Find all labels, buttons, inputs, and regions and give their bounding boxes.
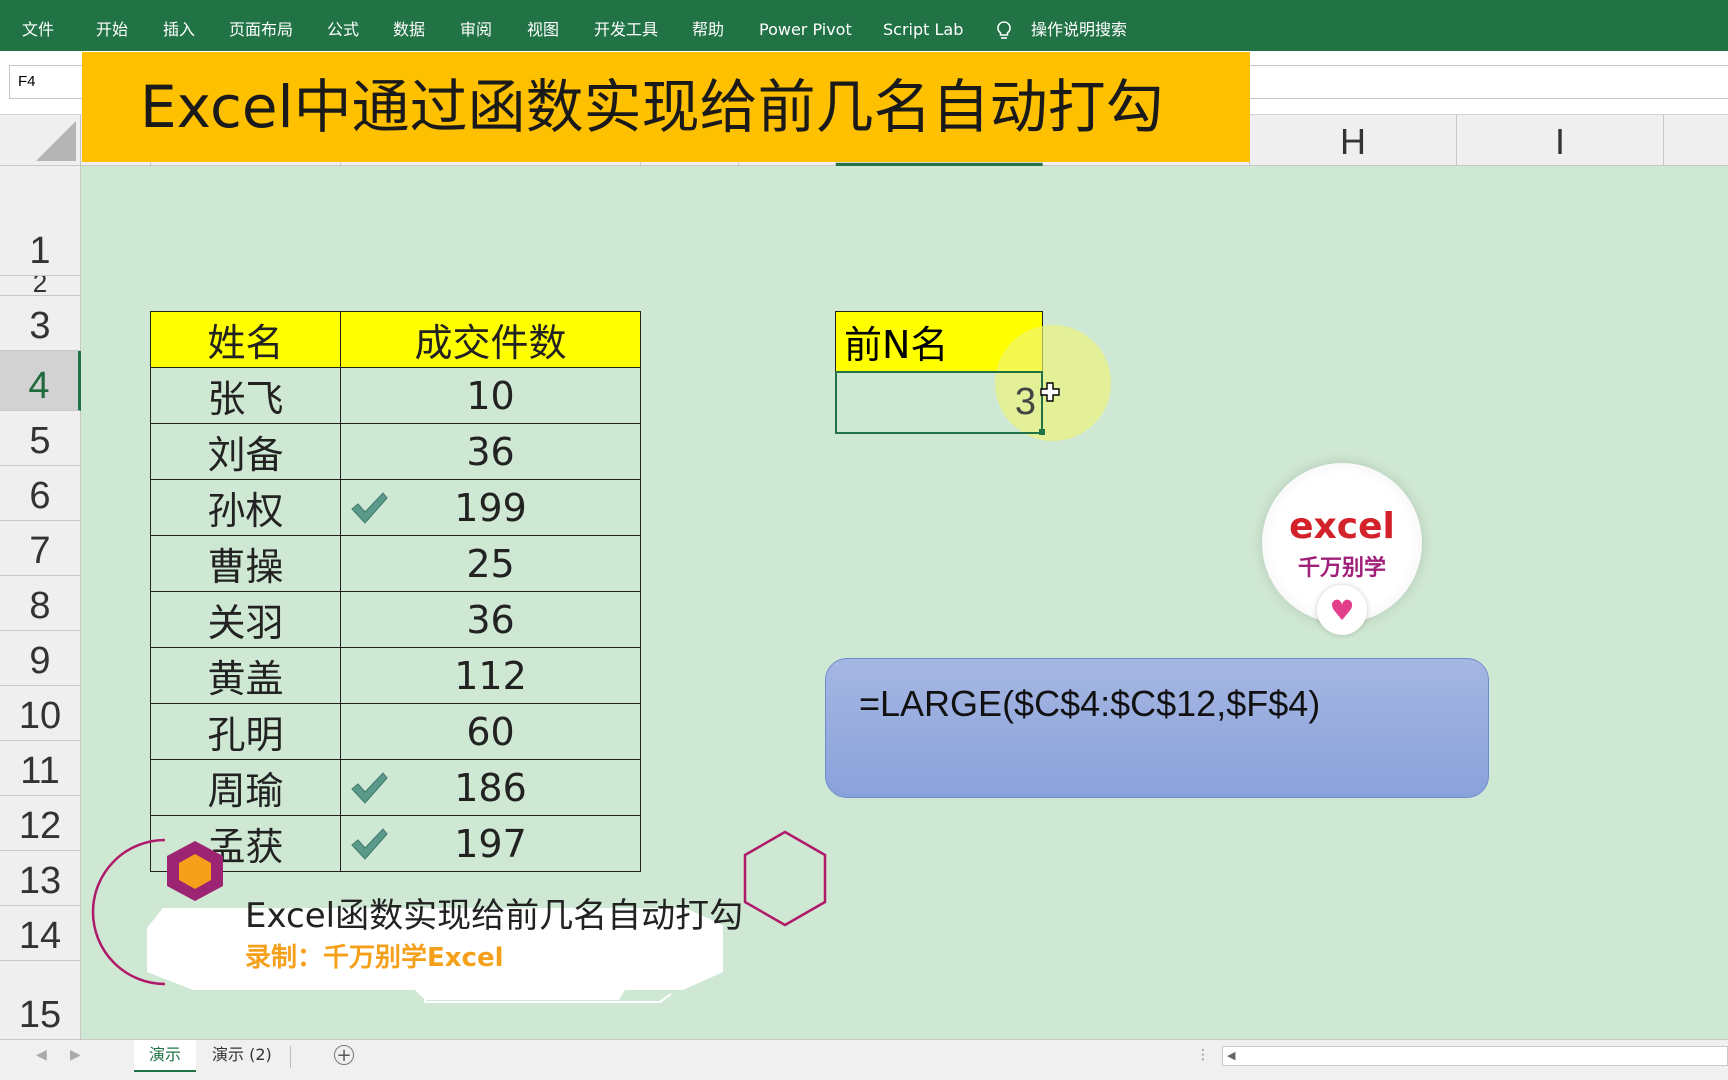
lightbulb-icon (997, 21, 1011, 39)
overlay-title: Excel函数实现给前几名自动打勾 (245, 896, 744, 936)
add-sheet-icon[interactable]: + (334, 1045, 354, 1066)
ribbon-tab-formulas[interactable]: 公式 (327, 20, 359, 40)
name-cell[interactable]: 关羽 (150, 591, 341, 648)
count-cell[interactable]: 112 (340, 647, 641, 704)
sales-table: 姓名 成交件数 张飞 10 刘备 36 孙权 199 曹操 25 关羽 36 黄… (150, 311, 641, 872)
row-header-6[interactable]: 6 (0, 466, 81, 521)
row-header-11[interactable]: 11 (0, 741, 81, 796)
overlay-subtitle: 录制：千万别学Excel (245, 943, 504, 973)
header-count[interactable]: 成交件数 (340, 311, 641, 368)
status-bar (0, 1072, 1728, 1080)
ribbon-tab-view[interactable]: 视图 (527, 20, 559, 40)
table-header-row: 姓名 成交件数 (150, 311, 641, 368)
column-header-i[interactable]: I (1457, 115, 1664, 166)
heart-icon: ♥ (1317, 585, 1367, 635)
ribbon-bar: 文件 开始 插入 页面布局 公式 数据 审阅 视图 开发工具 帮助 Power … (0, 0, 1728, 51)
drag-handle-icon[interactable]: ⋮ (1196, 1047, 1210, 1063)
name-cell[interactable]: 黄盖 (150, 647, 341, 704)
ribbon-tab-help[interactable]: 帮助 (692, 20, 724, 40)
ribbon-tab-data[interactable]: 数据 (393, 20, 425, 40)
name-cell[interactable]: 周瑜 (150, 759, 341, 816)
tell-me-search[interactable]: 操作说明搜索 (1031, 20, 1127, 40)
row-header-15[interactable]: 15 (0, 961, 81, 1039)
tab-divider (290, 1046, 291, 1068)
column-header-h[interactable]: H (1250, 115, 1457, 166)
header-name[interactable]: 姓名 (150, 311, 341, 368)
row-header-3[interactable]: 3 (0, 296, 81, 351)
name-cell[interactable]: 孔明 (150, 703, 341, 760)
row-header-1[interactable]: 1 (0, 166, 81, 276)
count-value: 199 (454, 485, 527, 530)
count-cell[interactable]: 25 (340, 535, 641, 592)
ribbon-tab-developer[interactable]: 开发工具 (594, 20, 658, 40)
name-cell[interactable]: 张飞 (150, 367, 341, 424)
name-cell[interactable]: 孙权 (150, 479, 341, 536)
top-n-value: 3 (1014, 381, 1036, 423)
sheet-tab[interactable]: 演示 (2) (212, 1040, 272, 1070)
scroll-left-icon[interactable]: ◀ (36, 1047, 47, 1063)
title-banner: Excel中通过函数实现给前几名自动打勾 (82, 52, 1250, 162)
column-header-next[interactable] (1664, 115, 1728, 166)
logo-line2: 千万别学 (1297, 556, 1386, 581)
count-cell[interactable]: 36 (340, 591, 641, 648)
formula-callout: =LARGE($C$4:$C$12,$F$4) (825, 658, 1489, 798)
count-value: 60 (466, 709, 515, 754)
table-row: 关羽 36 (150, 591, 641, 648)
ribbon-tab-power-pivot[interactable]: Power Pivot (759, 20, 852, 40)
sheet-tab-bar: ◀ ▶ 演示 演示 (2) + ⋮ ◀ (0, 1039, 1728, 1073)
count-cell[interactable]: 60 (340, 703, 641, 760)
sheet-tab-active[interactable]: 演示 (134, 1040, 196, 1073)
row-header-14[interactable]: 14 (0, 906, 81, 961)
count-value: 36 (466, 597, 515, 642)
fill-handle[interactable] (1039, 429, 1045, 435)
row-header-4[interactable]: 4 (0, 351, 81, 411)
table-row: 曹操 25 (150, 535, 641, 592)
table-row: 刘备 36 (150, 423, 641, 480)
count-cell[interactable]: 36 (340, 423, 641, 480)
ribbon-tab-insert[interactable]: 插入 (163, 20, 195, 40)
name-box-value: F4 (18, 73, 36, 90)
row-header-9[interactable]: 9 (0, 631, 81, 686)
table-row: 张飞 10 (150, 367, 641, 424)
count-value: 25 (466, 541, 515, 586)
logo-line1: excel (1289, 506, 1395, 547)
count-cell[interactable]: 186 (340, 759, 641, 816)
checkmark-icon (351, 492, 388, 524)
formula-callout-text: =LARGE($C$4:$C$12,$F$4) (859, 683, 1321, 724)
count-value: 112 (454, 653, 527, 698)
row-header-7[interactable]: 7 (0, 521, 81, 576)
row-header-12[interactable]: 12 (0, 796, 81, 851)
row-header-10[interactable]: 10 (0, 686, 81, 741)
scroll-left-arrow-icon[interactable]: ◀ (1227, 1049, 1235, 1062)
ribbon-tab-script-lab[interactable]: Script Lab (883, 20, 963, 40)
table-row: 黄盖 112 (150, 647, 641, 704)
table-row: 周瑜 186 (150, 759, 641, 816)
name-cell[interactable]: 刘备 (150, 423, 341, 480)
brand-logo: excel 千万别学 ♥ (1262, 463, 1422, 635)
table-row: 孔明 60 (150, 703, 641, 760)
ribbon-tab-file[interactable]: 文件 (22, 20, 54, 40)
count-cell[interactable]: 199 (340, 479, 641, 536)
checkmark-icon (351, 772, 388, 804)
scroll-right-icon[interactable]: ▶ (70, 1047, 81, 1063)
count-value: 36 (466, 429, 515, 474)
row-header-2[interactable]: 2 (0, 276, 81, 296)
row-header-8[interactable]: 8 (0, 576, 81, 631)
ribbon-tab-page-layout[interactable]: 页面布局 (229, 20, 293, 40)
row-header-5[interactable]: 5 (0, 411, 81, 466)
cell-cursor-icon (1040, 382, 1060, 402)
count-cell[interactable]: 10 (340, 367, 641, 424)
ribbon-tab-review[interactable]: 审阅 (460, 20, 492, 40)
select-all-corner[interactable] (0, 115, 81, 166)
horizontal-scrollbar[interactable]: ◀ (1222, 1046, 1728, 1066)
table-row: 孙权 199 (150, 479, 641, 536)
ribbon-tab-home[interactable]: 开始 (96, 20, 128, 40)
count-value: 186 (454, 765, 527, 810)
row-header-13[interactable]: 13 (0, 851, 81, 906)
name-cell[interactable]: 曹操 (150, 535, 341, 592)
count-value: 10 (466, 373, 515, 418)
